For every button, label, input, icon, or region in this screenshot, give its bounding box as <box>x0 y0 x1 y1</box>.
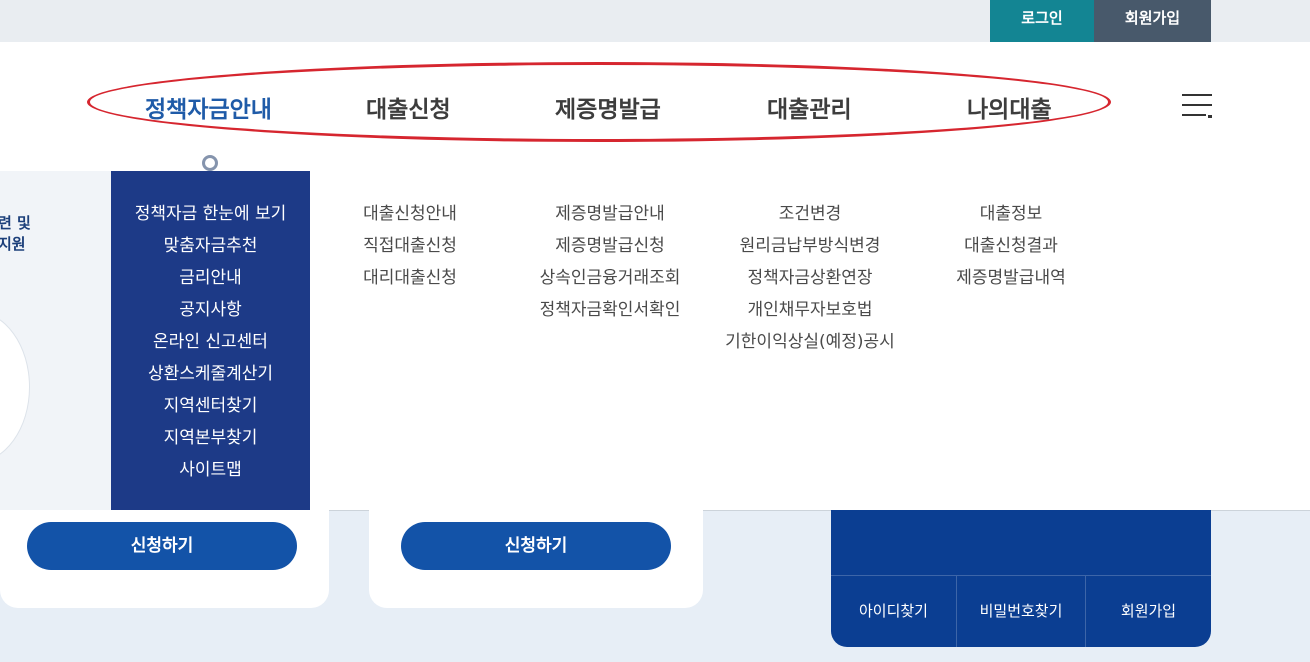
banner-peek-line-1: 련 및 <box>0 214 31 232</box>
submenu-list-loan-application: 대출신청안내 직접대출신청 대리대출신청 <box>310 198 510 294</box>
apply-button-2[interactable]: 신청하기 <box>401 522 671 570</box>
signup-link[interactable]: 회원가입 <box>1086 576 1211 647</box>
background-banner-peek: 련 및 지원 <box>0 171 111 510</box>
submenu-item[interactable]: 제증명발급내역 <box>911 262 1111 294</box>
submenu-list-policy-fund: 정책자금 한눈에 보기 맞춤자금추천 금리안내 공지사항 온라인 신고센터 상환스케줄계산… <box>111 198 310 486</box>
login-panel: 아이디찾기 비밀번호찾기 회원가입 <box>831 510 1211 647</box>
product-card-1: 신청하기 <box>0 510 329 608</box>
submenu-item[interactable]: 대출신청안내 <box>310 198 510 230</box>
submenu-item[interactable]: 직접대출신청 <box>310 230 510 262</box>
submenu-item[interactable]: 제증명발급신청 <box>510 230 710 262</box>
submenu-item[interactable]: 기한이익상실(예정)공시 <box>710 326 910 358</box>
submenu-item[interactable]: 개인채무자보호법 <box>710 294 910 326</box>
submenu-item[interactable]: 조건변경 <box>710 198 910 230</box>
submenu-item[interactable]: 사이트맵 <box>111 454 310 486</box>
submenu-item[interactable]: 지역센터찾기 <box>111 390 310 422</box>
submenu-item[interactable]: 금리안내 <box>111 262 310 294</box>
submenu-item[interactable]: 상환스케줄계산기 <box>111 358 310 390</box>
submenu-item[interactable]: 정책자금상환연장 <box>710 262 910 294</box>
apply-button-1[interactable]: 신청하기 <box>27 522 297 570</box>
find-id-link[interactable]: 아이디찾기 <box>831 576 956 647</box>
submenu-item[interactable]: 정책자금확인서확인 <box>510 294 710 326</box>
gnb-loan-management[interactable]: 대출관리 <box>767 90 852 124</box>
submenu-list-loan-management: 조건변경 원리금납부방식변경 정책자금상환연장 개인채무자보호법 기한이익상실(예정)공… <box>710 198 910 358</box>
submenu-list-my-loans: 대출정보 대출신청결과 제증명발급내역 <box>911 198 1111 294</box>
submenu-item[interactable]: 지역본부찾기 <box>111 422 310 454</box>
signup-button[interactable]: 회원가입 <box>1094 0 1211 42</box>
submenu-list-certificates: 제증명발급안내 제증명발급신청 상속인금융거래조회 정책자금확인서확인 <box>510 198 710 326</box>
header: 정책자금안내 대출신청 제증명발급 대출관리 나의대출 <box>0 42 1310 172</box>
submenu-item[interactable]: 대출정보 <box>911 198 1111 230</box>
gnb-loan-application[interactable]: 대출신청 <box>366 90 451 124</box>
submenu-item[interactable]: 제증명발급안내 <box>510 198 710 230</box>
banner-peek-line-2: 지원 <box>0 235 26 253</box>
gnb-my-loans[interactable]: 나의대출 <box>967 90 1052 124</box>
active-menu-indicator <box>202 155 218 171</box>
submenu-item[interactable]: 정책자금 한눈에 보기 <box>111 198 310 230</box>
submenu-item[interactable]: 원리금납부방식변경 <box>710 230 910 262</box>
top-utility-bar: 로그인 회원가입 <box>0 0 1310 42</box>
login-button[interactable]: 로그인 <box>990 0 1094 42</box>
submenu-item[interactable]: 공지사항 <box>111 294 310 326</box>
submenu-item[interactable]: 상속인금융거래조회 <box>510 262 710 294</box>
submenu-item[interactable]: 맞춤자금추천 <box>111 230 310 262</box>
gnb-certificate-issuance[interactable]: 제증명발급 <box>555 90 661 124</box>
gnb-policy-fund-info[interactable]: 정책자금안내 <box>145 90 272 124</box>
mega-dropdown: 련 및 지원 정책자금 한눈에 보기 맞춤자금추천 금리안내 공지사항 온라인 신고센터… <box>0 171 1310 511</box>
account-links: 아이디찾기 비밀번호찾기 회원가입 <box>831 575 1211 647</box>
submenu-item[interactable]: 대리대출신청 <box>310 262 510 294</box>
hamburger-menu-icon[interactable] <box>1182 94 1212 118</box>
submenu-item[interactable]: 온라인 신고센터 <box>111 326 310 358</box>
submenu-column-policy-fund: 정책자금 한눈에 보기 맞춤자금추천 금리안내 공지사항 온라인 신고센터 상환스케줄계산… <box>111 171 310 510</box>
banner-illustration <box>0 311 30 463</box>
find-password-link[interactable]: 비밀번호찾기 <box>957 576 1085 647</box>
product-card-2: 신청하기 <box>369 510 703 608</box>
banner-peek-text: 련 및 지원 <box>0 213 31 255</box>
submenu-item[interactable]: 대출신청결과 <box>911 230 1111 262</box>
